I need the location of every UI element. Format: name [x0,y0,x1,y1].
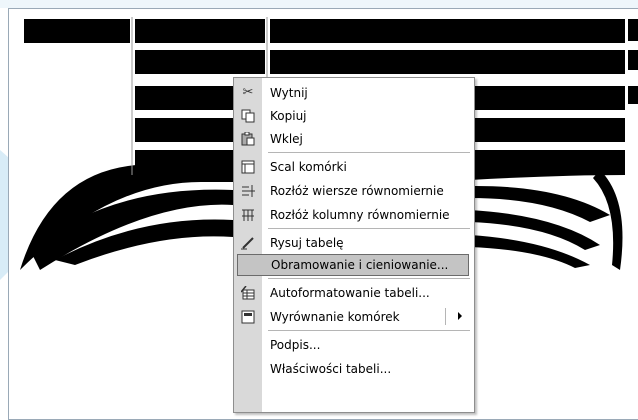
table-autoformat-icon [234,281,262,304]
menu-item-label: Podpis... [270,337,321,352]
menu-item-paste[interactable]: Wklej [234,127,474,150]
menu-separator [268,278,470,279]
copy-icon [234,104,262,127]
table-cell [24,19,130,43]
merge-cells-icon [234,155,262,178]
menu-separator [268,152,470,153]
menu-item-label: Obramowanie i cieniowanie... [271,258,449,272]
paste-icon [234,127,262,150]
menu-item-merge-cells[interactable]: Scal komórki [234,155,474,178]
distribute-rows-icon [234,179,262,202]
table-cell [135,50,265,74]
menu-item-label: Autoformatowanie tabeli... [270,285,430,300]
menu-item-cell-alignment[interactable]: Wyrównanie komórek [234,305,474,328]
menu-item-label: Rysuj tabelę [270,235,344,250]
menu-item-cut[interactable]: ✂ Wytnij [234,81,474,104]
menu-item-label: Scal komórki [270,159,347,174]
menu-item-label: Wklej [270,131,303,146]
menu-item-label: Kopiuj [270,108,307,123]
menu-item-caption[interactable]: Podpis... [234,333,474,356]
table-cell [135,19,265,43]
menu-item-borders-shading[interactable]: Obramowanie i cieniowanie... [237,254,469,276]
menu-item-label: Rozłóż wiersze równomiernie [270,183,444,198]
submenu-divider [445,308,446,325]
scissors-icon: ✂ [242,85,254,100]
distribute-columns-icon [234,203,262,226]
cell-alignment-icon [234,305,262,328]
menu-item-label: Właściwości tabeli... [270,361,392,376]
menu-item-table-properties[interactable]: Właściwości tabeli... [234,357,474,380]
table-cell [270,50,625,74]
submenu-arrow-icon [458,312,462,320]
table-context-menu: ✂ Wytnij Kopiuj Wklej Scal komórki Rozłó… [233,77,475,413]
menu-item-copy[interactable]: Kopiuj [234,104,474,127]
menu-item-distribute-columns[interactable]: Rozłóż kolumny równomiernie [234,203,474,226]
menu-separator [268,330,470,331]
menu-item-draw-table[interactable]: Rysuj tabelę [234,231,474,254]
menu-item-table-autoformat[interactable]: Autoformatowanie tabeli... [234,281,474,304]
menu-item-distribute-rows[interactable]: Rozłóż wiersze równomiernie [234,179,474,202]
table-cell [270,19,625,43]
menu-item-label: Rozłóż kolumny równomiernie [270,207,450,222]
menu-item-label: Wyrównanie komórek [270,309,400,324]
menu-item-label: Wytnij [270,85,308,100]
pencil-icon [234,231,262,254]
menu-separator [268,228,470,229]
